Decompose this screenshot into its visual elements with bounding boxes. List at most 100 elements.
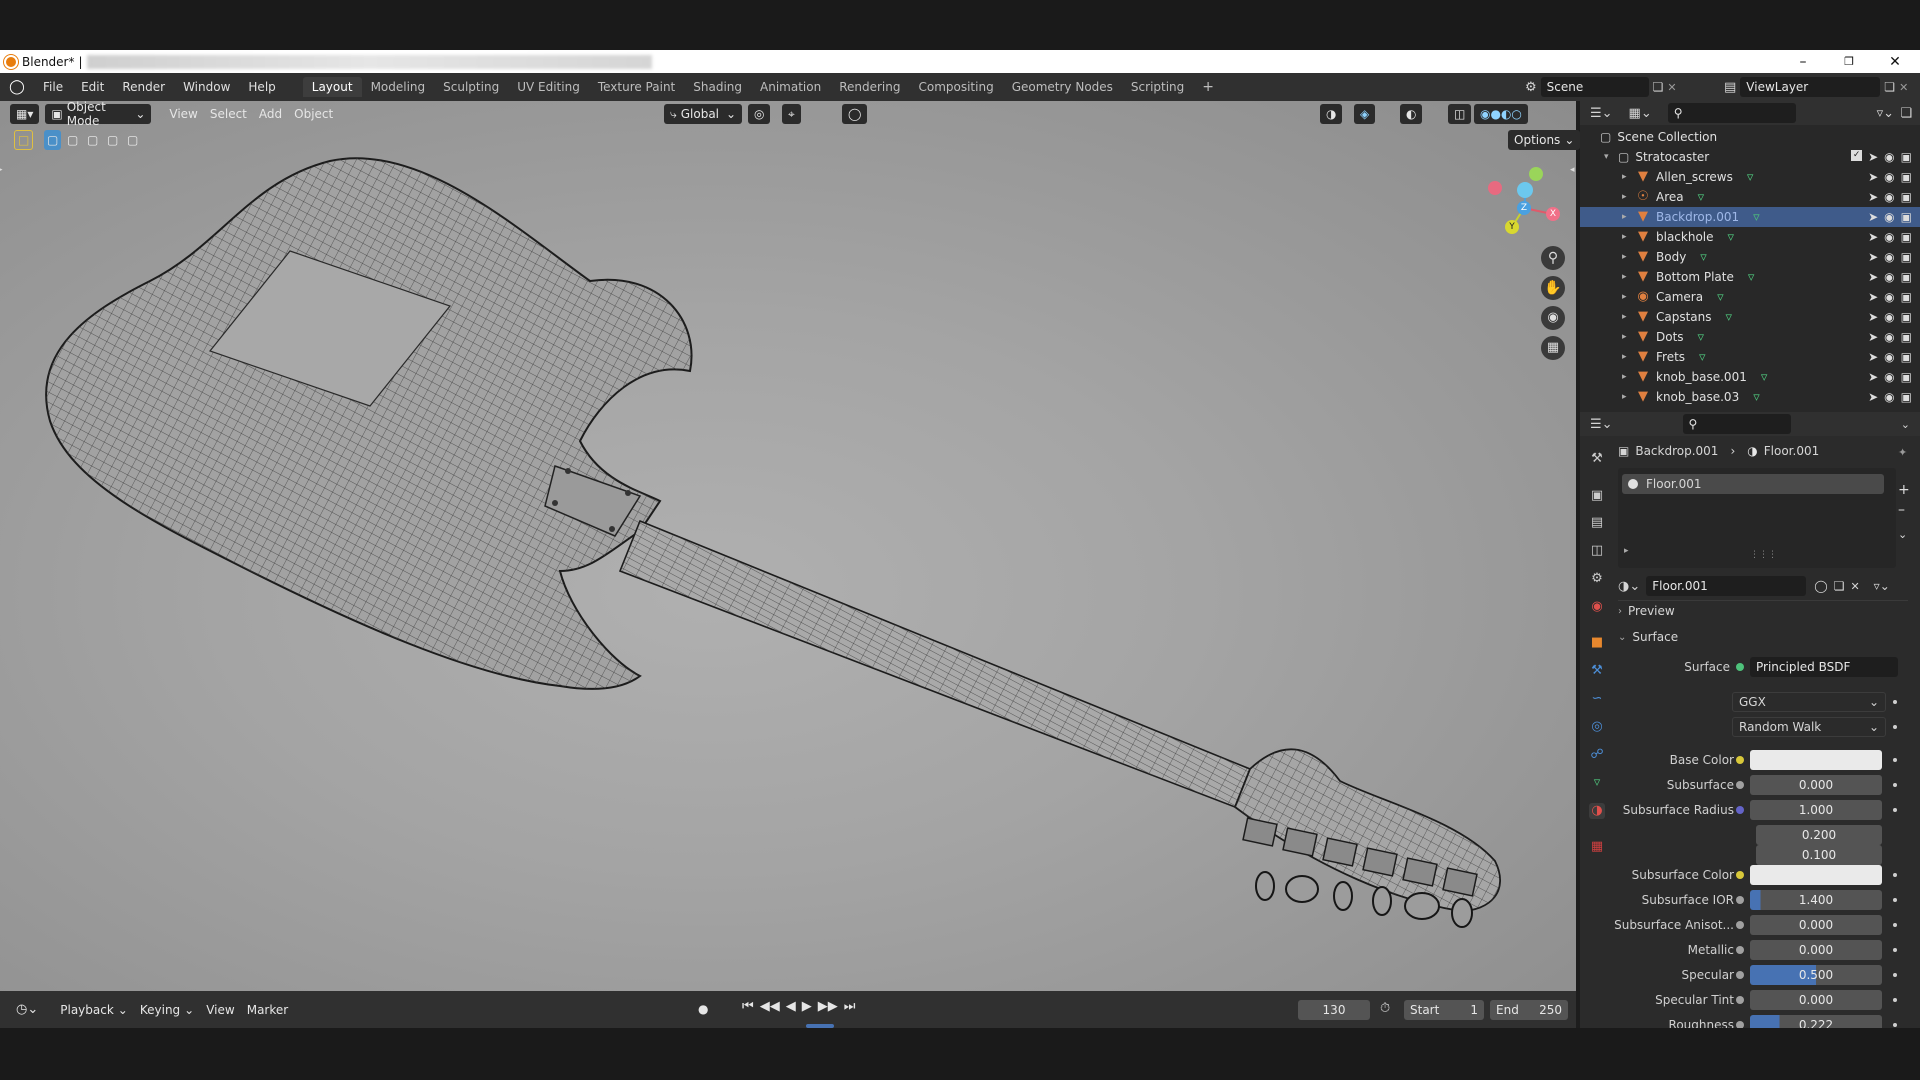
- preview-section-header[interactable]: › Preview: [1618, 604, 1675, 618]
- mesh-data-icon[interactable]: ▿: [1726, 310, 1733, 325]
- render-camera-icon[interactable]: ▣: [1901, 370, 1912, 384]
- particles-tab-icon[interactable]: ∽: [1589, 691, 1605, 707]
- view-layer-tab-icon[interactable]: ◫: [1589, 543, 1605, 559]
- color-swatch[interactable]: [1750, 865, 1882, 885]
- render-camera-icon[interactable]: ▣: [1901, 170, 1912, 184]
- collection-row-stratocaster[interactable]: ▾ ▢ Stratocaster ✓ ➤ ◉ ▣: [1580, 147, 1920, 167]
- eye-icon[interactable]: ◉: [1884, 390, 1894, 404]
- select-mode-invert-icon[interactable]: ▢: [104, 130, 121, 150]
- options-dropdown[interactable]: Options ⌄: [1508, 130, 1581, 150]
- mesh-data-icon[interactable]: ▿: [1753, 210, 1760, 225]
- tab-shading[interactable]: Shading: [684, 77, 751, 97]
- world-tab-icon[interactable]: ◉: [1589, 599, 1605, 615]
- mesh-data-icon[interactable]: ▿: [1761, 370, 1768, 385]
- expand-triangle-icon[interactable]: ▸: [1622, 392, 1632, 402]
- render-camera-icon[interactable]: ▣: [1901, 230, 1912, 244]
- timeline-editor-icon[interactable]: ◷⌄: [10, 1000, 44, 1020]
- select-mode-subtract-icon[interactable]: ▢: [84, 130, 101, 150]
- socket-dot-icon[interactable]: [1736, 946, 1744, 954]
- exclude-checkbox-icon[interactable]: ✓: [1851, 150, 1863, 161]
- render-camera-icon[interactable]: ▣: [1901, 250, 1912, 264]
- 3d-viewport[interactable]: ▸ ◂: [0, 101, 1576, 991]
- socket-dot-icon[interactable]: [1736, 971, 1744, 979]
- link-dropdown-icon[interactable]: ▿⌄: [1874, 579, 1890, 593]
- property-value-field[interactable]: 0.000: [1750, 775, 1882, 795]
- outliner-item[interactable]: ▸ ▼ Bottom Plate ▿ ➤ ◉ ▣: [1580, 267, 1920, 287]
- expand-triangle-icon[interactable]: ▸: [1622, 332, 1632, 342]
- property-value-field[interactable]: 0.000: [1750, 940, 1882, 960]
- expand-triangle-icon[interactable]: ▸: [1622, 252, 1632, 262]
- keyframe-dot-icon[interactable]: [1893, 783, 1897, 787]
- eye-icon[interactable]: ◉: [1884, 290, 1894, 304]
- new-collection-icon[interactable]: ❏: [1900, 106, 1912, 121]
- eye-icon[interactable]: ◉: [1884, 350, 1894, 364]
- socket-dot-icon[interactable]: [1736, 921, 1744, 929]
- selectable-arrow-icon[interactable]: ➤: [1868, 190, 1878, 204]
- tab-layout[interactable]: Layout: [302, 77, 362, 97]
- tab-geometry-nodes[interactable]: Geometry Nodes: [1003, 77, 1122, 97]
- collapse-triangle-icon[interactable]: ▾: [1604, 152, 1614, 162]
- start-frame-field[interactable]: Start 1: [1404, 1000, 1484, 1020]
- gizmo-x-axis[interactable]: X: [1546, 207, 1560, 221]
- socket-dot-icon[interactable]: [1736, 871, 1744, 879]
- jump-to-start-icon[interactable]: ⏮: [742, 999, 754, 1014]
- xray-icon[interactable]: ◫: [1448, 104, 1472, 124]
- outliner-item[interactable]: ▸ ▼ Allen_screws ▿ ➤ ◉ ▣: [1580, 167, 1920, 187]
- properties-search-input[interactable]: ⚲: [1682, 414, 1791, 434]
- new-scene-icon[interactable]: ❏: [1653, 80, 1664, 94]
- property-value-field[interactable]: 1.400: [1750, 890, 1882, 910]
- gizmo-y-axis[interactable]: Y: [1505, 220, 1519, 234]
- socket-dot-icon[interactable]: [1736, 896, 1744, 904]
- outliner-item[interactable]: ▸ ▼ knob_base.03 ▿ ➤ ◉ ▣: [1580, 387, 1920, 407]
- mesh-data-icon[interactable]: ▿: [1698, 190, 1705, 205]
- subsurface-method-dropdown[interactable]: Random Walk ⌄: [1732, 717, 1886, 737]
- render-camera-icon[interactable]: ▣: [1901, 150, 1912, 164]
- selectable-arrow-icon[interactable]: ➤: [1868, 230, 1878, 244]
- tab-modeling[interactable]: Modeling: [362, 77, 435, 97]
- camera-view-icon[interactable]: ◉: [1541, 306, 1565, 330]
- transform-orientation-dropdown[interactable]: ⤷ Global ⌄: [664, 104, 742, 124]
- eye-icon[interactable]: ◉: [1884, 190, 1894, 204]
- play-icon[interactable]: ▶: [802, 999, 812, 1014]
- expand-triangle-icon[interactable]: ▸: [1622, 212, 1632, 222]
- keyframe-dot-icon[interactable]: [1893, 898, 1897, 902]
- expand-triangle-icon[interactable]: ▸: [1622, 372, 1632, 382]
- outliner-item[interactable]: ▸ ◉ Camera ▿ ➤ ◉ ▣: [1580, 287, 1920, 307]
- selectable-arrow-icon[interactable]: ➤: [1868, 150, 1878, 164]
- resize-handle-icon[interactable]: ⋮⋮⋮: [1750, 550, 1777, 560]
- blender-menu-icon[interactable]: ◯: [0, 79, 34, 95]
- view-layer-selector[interactable]: ▤ ViewLayer ❏ ✕: [1724, 77, 1908, 97]
- view-layer-field[interactable]: ViewLayer: [1740, 77, 1881, 97]
- eye-icon[interactable]: ◉: [1884, 170, 1894, 184]
- keyframe-dot-icon[interactable]: [1893, 948, 1897, 952]
- keyframe-dot-icon[interactable]: [1893, 923, 1897, 927]
- jump-keyframe-back-icon[interactable]: ◀◀: [760, 999, 780, 1014]
- menu-select[interactable]: Select: [204, 104, 253, 124]
- render-camera-icon[interactable]: ▣: [1901, 310, 1912, 324]
- perspective-grid-icon[interactable]: ▦: [1541, 336, 1565, 360]
- mesh-data-icon[interactable]: ▿: [1700, 250, 1707, 265]
- menu-view[interactable]: View: [163, 104, 203, 124]
- maximize-button[interactable]: ❐: [1826, 50, 1872, 73]
- mesh-data-icon[interactable]: ▿: [1748, 270, 1755, 285]
- pivot-point-icon[interactable]: ◎: [748, 104, 771, 124]
- duplicate-material-icon[interactable]: ❏: [1834, 579, 1845, 593]
- outliner-editor-icon[interactable]: ☰⌄: [1590, 106, 1613, 121]
- mesh-data-icon[interactable]: ▿: [1753, 390, 1760, 405]
- keyframe-dot-icon[interactable]: [1893, 998, 1897, 1002]
- marker-menu[interactable]: Marker: [241, 1000, 294, 1020]
- snap-icon[interactable]: ⌖: [782, 104, 801, 124]
- playback-menu[interactable]: Playback ⌄: [54, 1000, 134, 1020]
- surface-section-header[interactable]: ⌄ Surface: [1618, 630, 1678, 644]
- expand-triangle-icon[interactable]: ▸: [1622, 272, 1632, 282]
- sidebar-expand-icon[interactable]: ◂: [1570, 165, 1576, 175]
- property-value-field[interactable]: 0.500: [1750, 965, 1882, 985]
- render-camera-icon[interactable]: ▣: [1901, 270, 1912, 284]
- new-view-layer-icon[interactable]: ❏: [1884, 80, 1895, 94]
- slot-specials-icon[interactable]: ⌄: [1898, 528, 1907, 541]
- keyframe-dot-icon[interactable]: [1893, 973, 1897, 977]
- eye-icon[interactable]: ◉: [1884, 230, 1894, 244]
- timeline-view-menu[interactable]: View: [200, 1000, 240, 1020]
- output-tab-icon[interactable]: ▤: [1589, 515, 1605, 531]
- mesh-data-icon[interactable]: ▿: [1698, 330, 1705, 345]
